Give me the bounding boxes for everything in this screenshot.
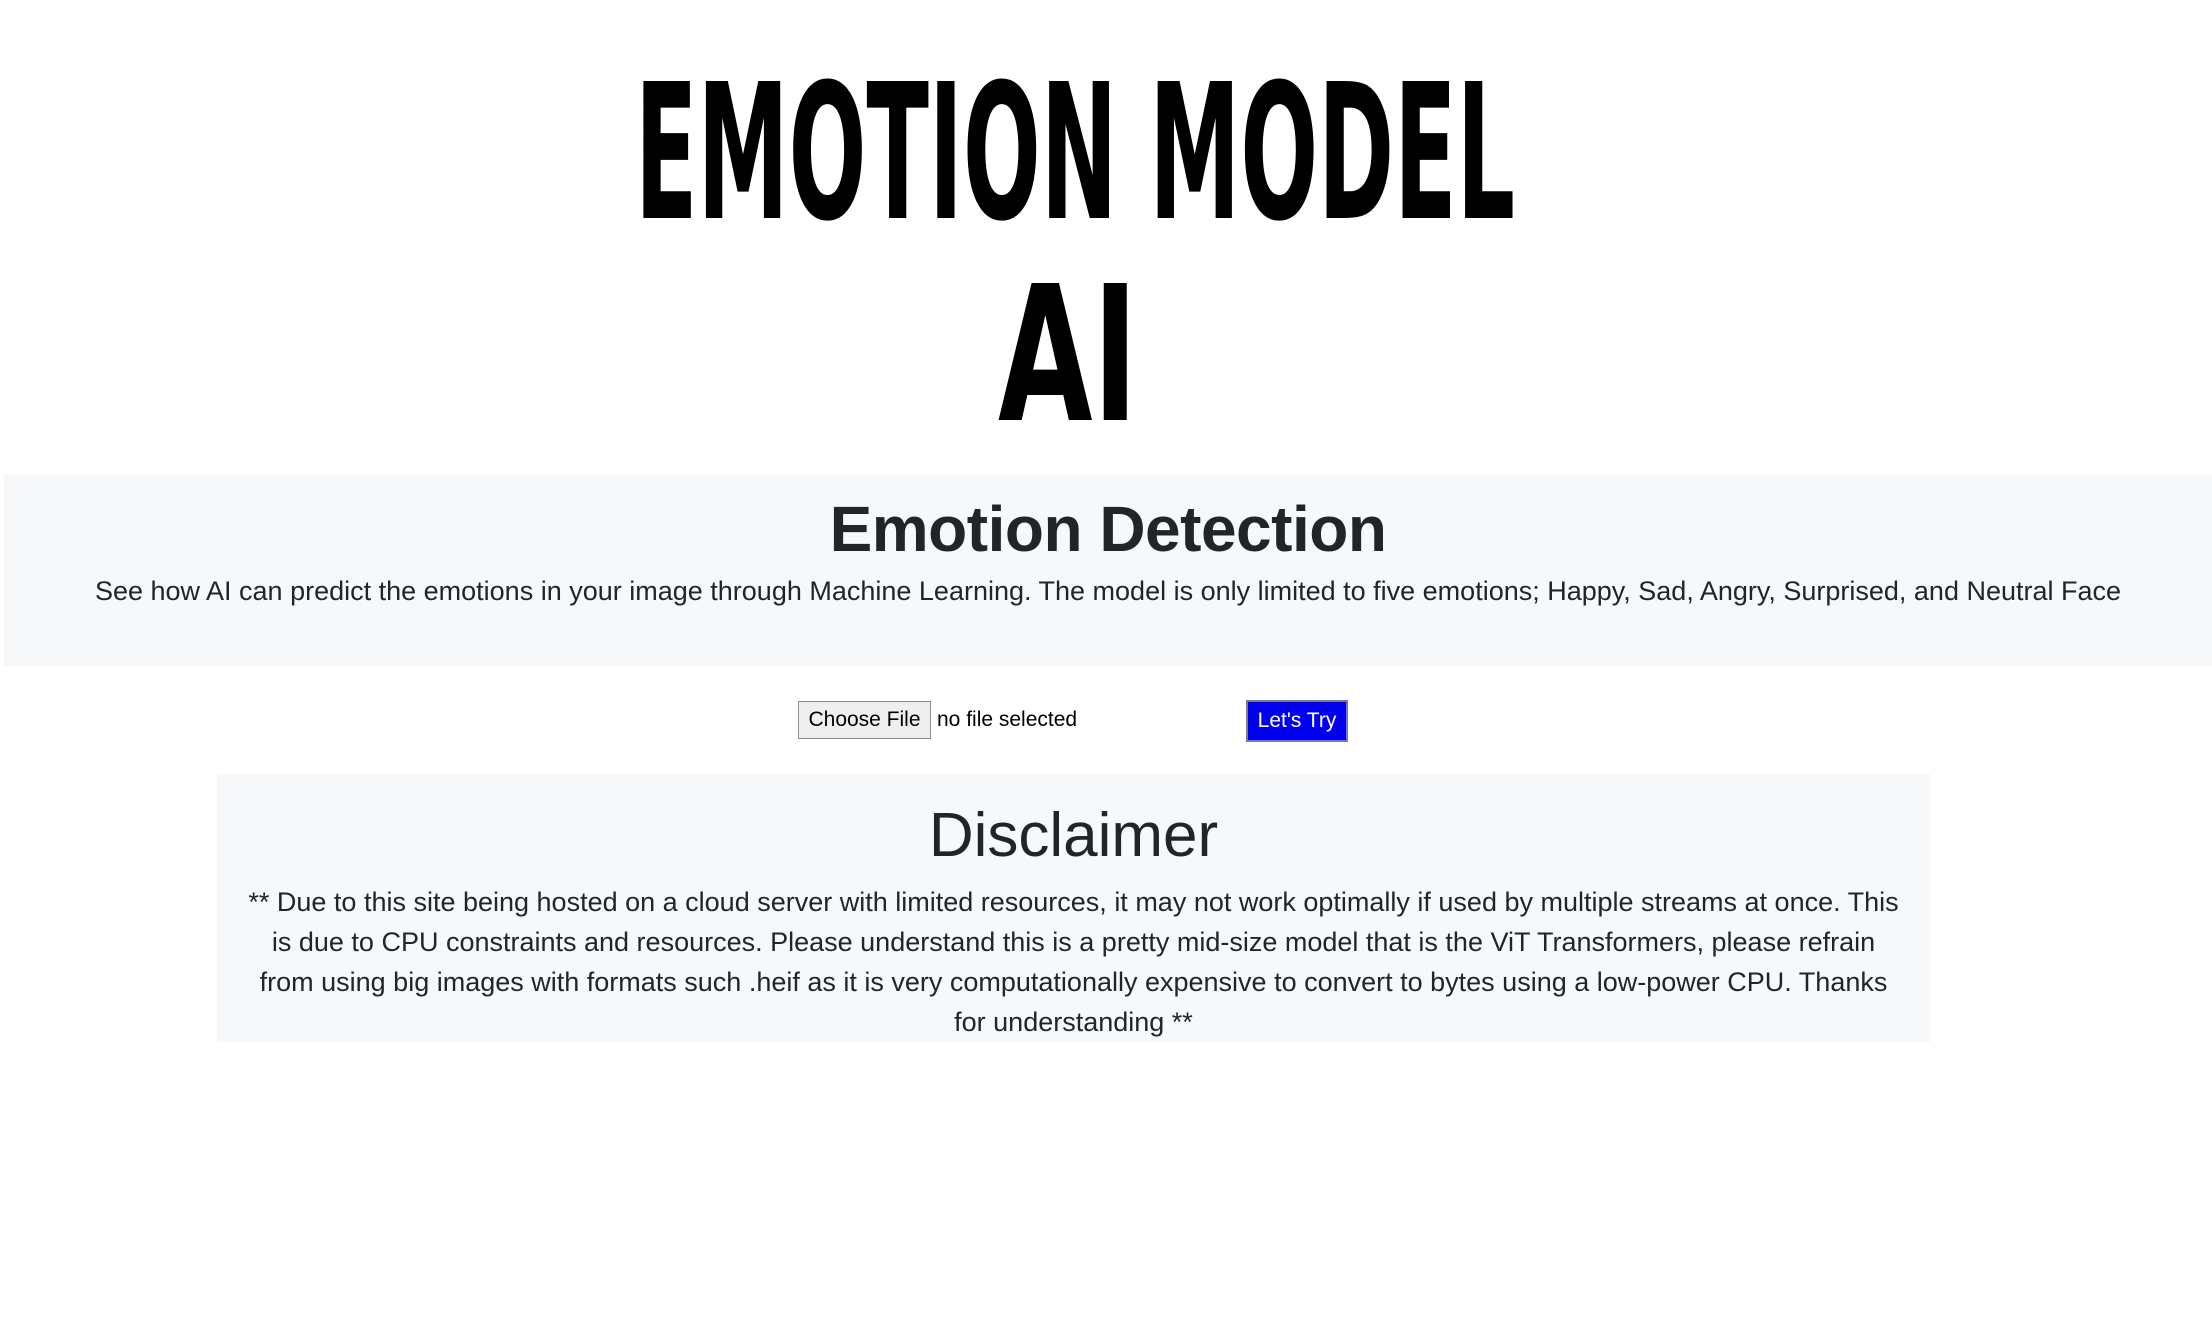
hero-section: Emotion Detection See how AI can predict… xyxy=(4,474,2212,666)
disclaimer-title: Disclaimer xyxy=(928,801,1219,870)
logo-line-2: AI xyxy=(998,246,1138,465)
logo-line-1: EMOTION MODEL xyxy=(635,44,1515,263)
page-title: Emotion Detection xyxy=(829,493,1387,565)
lets-try-button[interactable]: Let's Try xyxy=(1246,700,1348,742)
disclaimer-body: ** Due to this site being hosted on a cl… xyxy=(248,887,1899,1037)
choose-file-button[interactable]: Choose File xyxy=(798,701,931,739)
hero-description: See how AI can predict the emotions in y… xyxy=(94,576,2122,606)
logo-banner: EMOTION MODEL AI xyxy=(0,0,2212,470)
logo-image: EMOTION MODEL AI xyxy=(635,44,1515,465)
disclaimer-section: Disclaimer ** Due to this site being hos… xyxy=(217,774,1930,1042)
file-status-text: no file selected xyxy=(937,708,1078,731)
upload-form: Choose File no file selected Let's Try xyxy=(0,700,2212,744)
